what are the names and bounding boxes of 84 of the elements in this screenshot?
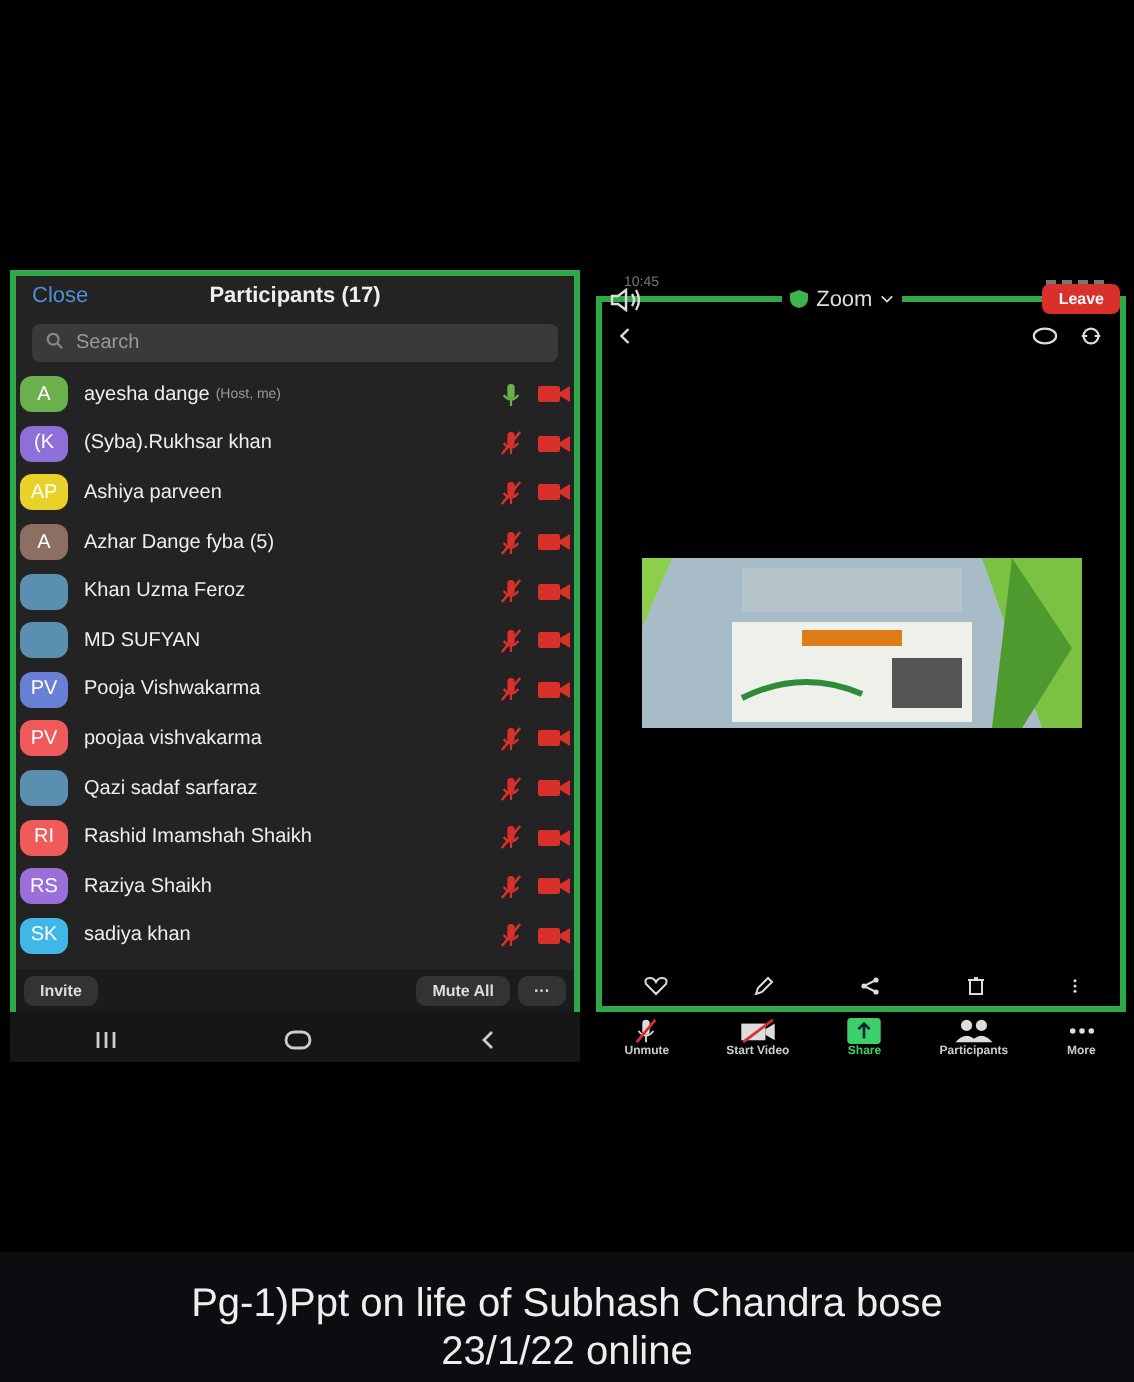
muted-mic-icon: [632, 1018, 661, 1044]
participant-row[interactable]: PV Pooja Vishwakarma: [16, 665, 574, 715]
kebab-menu-icon[interactable]: [1071, 976, 1078, 996]
video-off-icon[interactable]: [538, 630, 570, 651]
muted-mic-icon[interactable]: [500, 824, 522, 851]
participant-name: MD SUFYAN: [84, 629, 201, 652]
participant-row[interactable]: SK sadiya khan: [16, 911, 574, 961]
back-icon[interactable]: [480, 1030, 497, 1050]
panel-title: Participants (17): [209, 284, 381, 308]
video-off-icon[interactable]: [538, 581, 570, 602]
muted-mic-icon[interactable]: [500, 578, 522, 605]
mic-icon[interactable]: [500, 381, 522, 408]
initials-avatar: RI: [20, 819, 68, 856]
chevron-down-icon[interactable]: [880, 294, 895, 304]
people-icon: [953, 1018, 994, 1044]
participant-name: ayesha dange: [84, 383, 210, 406]
shield-icon: [790, 290, 809, 308]
invite-button[interactable]: Invite: [24, 976, 98, 1006]
muted-mic-icon[interactable]: [500, 479, 522, 506]
leave-button[interactable]: Leave: [1042, 284, 1120, 314]
speaker-icon[interactable]: [610, 287, 642, 311]
share-icon[interactable]: [859, 976, 880, 996]
initials-avatar: A: [20, 524, 68, 561]
participant-row[interactable]: RI Rashid Imamshah Shaikh: [16, 812, 574, 862]
search-icon: [46, 332, 64, 350]
video-off-icon[interactable]: [538, 384, 570, 405]
trash-icon[interactable]: [965, 976, 986, 996]
participant-name: Raziya Shaikh: [84, 875, 212, 898]
muted-mic-icon[interactable]: [500, 529, 522, 556]
participant-row[interactable]: A Azhar Dange fyba (5): [16, 517, 574, 567]
participant-name: (Syba).Rukhsar khan: [84, 432, 272, 455]
more-button[interactable]: ···: [518, 976, 566, 1006]
participant-name: sadiya khan: [84, 924, 191, 947]
initials-avatar: PV: [20, 671, 68, 708]
photo-placeholder: [20, 770, 68, 807]
video-off-icon: [737, 1018, 778, 1044]
participant-name: Pooja Vishwakarma: [84, 678, 261, 701]
muted-mic-icon[interactable]: [500, 775, 522, 802]
muted-mic-icon[interactable]: [500, 873, 522, 900]
participant-name: Ashiya parveen: [84, 481, 222, 504]
participant-row[interactable]: MD SUFYAN: [16, 615, 574, 666]
muted-mic-icon[interactable]: [500, 676, 522, 703]
participant-row[interactable]: PV poojaa vishvakarma: [16, 714, 574, 764]
participant-name: Rashid Imamshah Shaikh: [84, 826, 312, 849]
muted-mic-icon[interactable]: [500, 922, 522, 949]
participant-row[interactable]: Qazi sadaf sarfaraz: [16, 763, 574, 813]
recent-apps-icon[interactable]: [93, 1030, 118, 1050]
video-off-icon[interactable]: [538, 827, 570, 848]
participant-row[interactable]: (K (Syba).Rukhsar khan: [16, 419, 574, 469]
share-icon: [846, 1018, 883, 1044]
photo-placeholder: [20, 622, 68, 659]
heart-icon[interactable]: [644, 976, 669, 996]
video-off-icon[interactable]: [538, 532, 570, 553]
participant-name: Azhar Dange fyba (5): [84, 531, 275, 554]
back-icon[interactable]: [618, 326, 632, 346]
initials-avatar: PV: [20, 720, 68, 757]
participant-name: Khan Uzma Feroz: [84, 580, 246, 603]
participant-name: poojaa vishvakarma: [84, 727, 262, 750]
video-off-icon[interactable]: [538, 728, 570, 749]
mute-all-button[interactable]: Mute All: [416, 976, 510, 1006]
initials-avatar: AP: [20, 474, 68, 511]
muted-mic-icon[interactable]: [500, 430, 522, 457]
photo-placeholder: [20, 573, 68, 610]
initials-avatar: (K: [20, 425, 68, 462]
pencil-icon[interactable]: [754, 976, 775, 996]
video-off-icon[interactable]: [538, 482, 570, 503]
initials-avatar: RS: [20, 868, 68, 905]
video-off-icon[interactable]: [538, 925, 570, 946]
video-off-icon[interactable]: [538, 876, 570, 897]
initials-avatar: SK: [20, 917, 68, 954]
participant-row[interactable]: AP Ashiya parveen: [16, 468, 574, 518]
participant-name: Qazi sadaf sarfaraz: [84, 777, 258, 800]
initials-avatar: A: [20, 376, 68, 413]
close-link[interactable]: Close: [32, 284, 89, 308]
muted-mic-icon[interactable]: [500, 725, 522, 752]
caption-text: Pg-1)Ppt on life of Subhash Chandra bose 23/1/22 online: [0, 1252, 1134, 1382]
video-off-icon[interactable]: [538, 679, 570, 700]
participant-row[interactable]: RS Raziya Shaikh: [16, 861, 574, 912]
video-off-icon[interactable]: [538, 778, 570, 799]
participant-row[interactable]: Khan Uzma Feroz: [16, 566, 574, 616]
video-off-icon[interactable]: [538, 433, 570, 454]
muted-mic-icon[interactable]: [500, 627, 522, 654]
home-icon[interactable]: [284, 1030, 313, 1050]
search-field[interactable]: Search: [32, 324, 558, 362]
